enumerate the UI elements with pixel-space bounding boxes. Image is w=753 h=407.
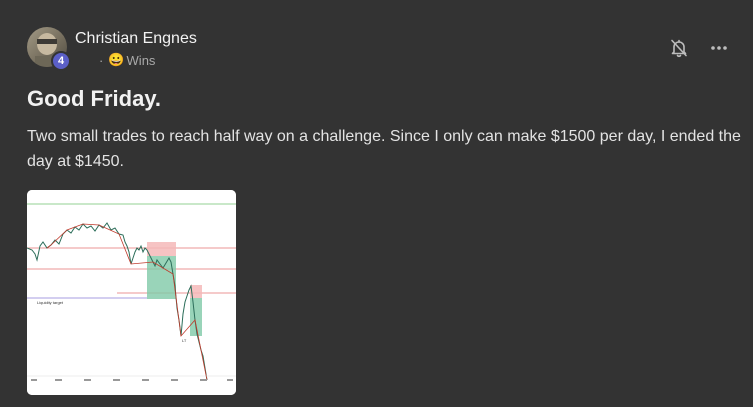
level-badge: 4	[51, 51, 71, 71]
lt-label: LT	[182, 338, 187, 343]
liquidity-label: Liquidity target	[37, 300, 64, 305]
category-label[interactable]: Wins	[127, 53, 156, 68]
author-avatar-wrap[interactable]: 4	[27, 27, 71, 71]
post-body: Two small trades to reach half way on a …	[27, 128, 741, 170]
post-meta: · 😀 Wins	[99, 52, 155, 68]
author-name[interactable]: Christian Engnes	[75, 30, 197, 48]
more-options-icon[interactable]	[709, 40, 729, 56]
category-emoji: 😀	[108, 52, 125, 67]
chart-screenshot: Liquidity target LT	[27, 190, 236, 395]
meta-separator: ·	[99, 52, 104, 68]
post-title: Good Friday.	[27, 86, 162, 111]
bell-off-icon[interactable]	[669, 38, 689, 58]
attachment-image[interactable]: Liquidity target LT	[27, 190, 236, 395]
